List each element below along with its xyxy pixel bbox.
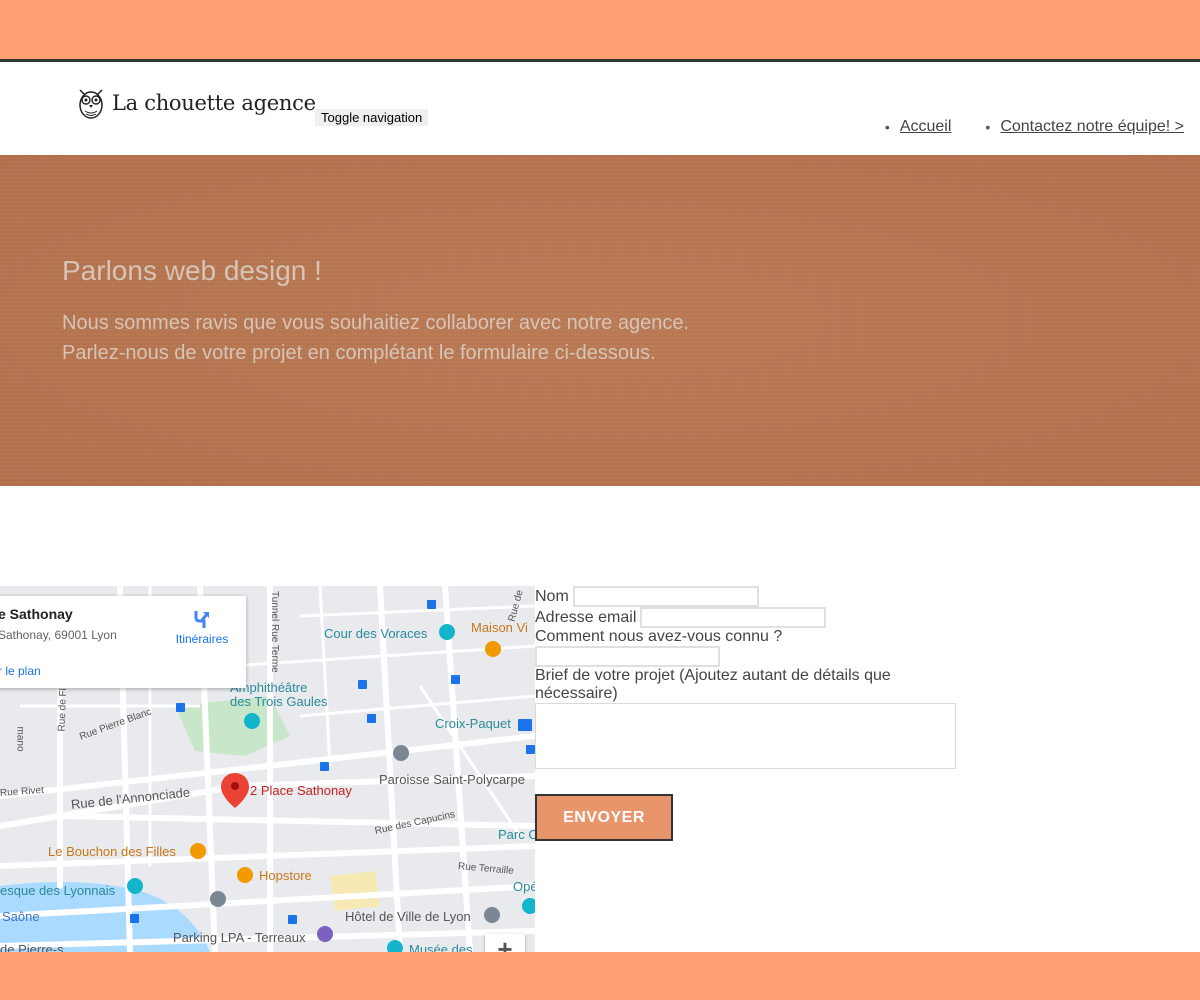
directions-button[interactable]: Itinéraires [172,608,232,646]
map-label: Hôtel de Ville de Lyon [345,909,471,924]
google-map[interactable]: Cour des Voraces Maison Vi Amphithéâtre … [0,586,535,952]
map-label: mano [14,726,26,752]
map-label: Cour des Voraces [324,626,428,641]
map-label: Tunnel Rue Terme [269,591,280,673]
hero-banner: Parlons web design ! Nous sommes ravis q… [0,155,1200,486]
brief-label-line-2: nécessaire) [535,685,618,702]
main-nav: Accueil Contactez notre équipe! > [885,118,1184,136]
nom-label: Nom [535,587,569,605]
map-label: Parc C [498,827,535,842]
hero-line-1: Nous sommes ravis que vous souhaitiez co… [62,312,689,334]
hero-title: Parlons web design ! [62,255,322,286]
logo[interactable]: La chouette agence [76,86,316,120]
place-title: e Sathonay [0,606,73,622]
brief-textarea[interactable] [535,703,956,769]
nom-row: Nom [535,586,759,607]
map-label: esque des Lyonnais [0,883,116,898]
email-label: Adresse email [535,608,637,626]
directions-label: Itinéraires [175,632,229,646]
map-label: Paroisse Saint-Polycarpe [379,772,525,787]
map-pin-label: 2 Place Sathonay [250,783,352,798]
top-band [0,0,1200,59]
owl-icon [79,89,103,119]
map-label: Maison Vi [471,620,528,635]
logo-text: La chouette agence [112,91,316,115]
nom-input[interactable] [572,586,759,607]
map-label: Saône [2,909,40,924]
source-input-row [535,646,720,667]
map-label: Hopstore [259,868,312,883]
page: La chouette agence Toggle navigation Acc… [0,0,1200,1000]
place-address: Sathonay, 69001 Lyon [0,628,117,642]
brief-label: Brief de votre projet (Ajoutez autant de… [535,667,891,703]
map-label: Croix-Paquet [435,716,511,731]
map-label: des Trois Gaules [230,694,328,709]
map-label: Opé [513,879,535,894]
hero-text: Nous sommes ravis que vous souhaitiez co… [62,308,689,368]
source-label-row: Comment nous avez-vous connu ? [535,628,782,646]
email-input[interactable] [640,607,827,628]
nav-link-accueil[interactable]: Accueil [900,118,952,136]
nav-link-contact[interactable]: Contactez notre équipe! > [1000,118,1184,136]
map-label: Parking LPA - Terreaux [173,930,306,945]
map-label: Musée des [409,942,473,952]
source-input[interactable] [535,646,720,667]
view-larger-map-link[interactable]: r le plan [0,664,41,678]
toggle-navigation-button[interactable]: Toggle navigation [315,109,429,126]
map-place-card: e Sathonay Sathonay, 69001 Lyon r le pla… [0,596,246,688]
email-row: Adresse email [535,607,827,628]
map-label: de Pierre-s [0,942,64,952]
brief-label-line-1: Brief de votre projet (Ajoutez autant de… [535,667,891,684]
bottom-band [0,952,1200,1000]
submit-button[interactable]: ENVOYER [535,794,673,841]
source-label: Comment nous avez-vous connu ? [535,628,783,645]
map-label: Le Bouchon des Filles [48,844,176,859]
hero-line-2: Parlez-nous de votre projet en complétan… [62,342,656,364]
nav-item-accueil: Accueil [885,118,952,136]
nav-item-contact: Contactez notre équipe! > [985,118,1184,136]
directions-icon [194,611,210,628]
site-header: La chouette agence Toggle navigation Acc… [0,62,1200,155]
